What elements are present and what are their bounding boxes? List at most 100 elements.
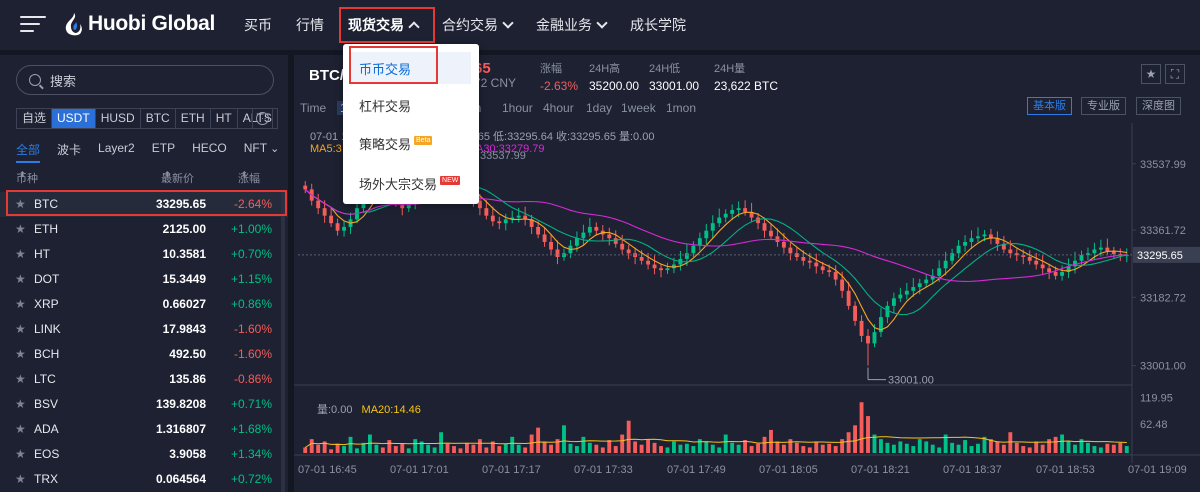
volume-bar	[1073, 444, 1077, 453]
candle-body	[613, 238, 618, 244]
favorite-star-icon[interactable]: ★	[1141, 64, 1161, 84]
quote-tab-btc[interactable]: BTC	[141, 109, 176, 128]
volume-bar	[342, 446, 346, 453]
candle-body	[1079, 255, 1084, 261]
ticker-symbol[interactable]: BTC/	[309, 67, 344, 84]
interval-tab-3[interactable]: 1hour	[502, 101, 533, 115]
interval-tab-5[interactable]: 1day	[586, 101, 612, 115]
filter-tab-1[interactable]: 波卡	[57, 141, 81, 158]
star-icon[interactable]: ★	[15, 273, 26, 285]
star-icon[interactable]: ★	[15, 373, 26, 385]
dropdown-item-3[interactable]: 场外大宗交易 NEW	[359, 174, 461, 193]
market-row[interactable]: ★ EOS 3.9058 +1.34%	[0, 442, 288, 467]
interval-tab-6[interactable]: 1week	[621, 101, 656, 115]
volume-bar	[723, 434, 728, 453]
filter-tab-2[interactable]: Layer2	[98, 141, 135, 158]
filter-tab-5[interactable]: NFT ⌄	[244, 141, 280, 158]
market-row[interactable]: ★ XRP 0.66027 +0.86%	[0, 292, 288, 317]
quote-tab-husd[interactable]: HUSD	[96, 109, 141, 128]
row-symbol: XRP	[34, 297, 59, 311]
dropdown-tag-badge: Beta	[414, 136, 433, 145]
volume-bar	[866, 416, 870, 453]
market-row[interactable]: ★ ADA 1.316807 +1.68%	[0, 417, 288, 442]
star-icon[interactable]: ★	[15, 348, 26, 360]
volume-bar	[950, 442, 955, 453]
x-tick-label: 07-01 18:37	[943, 464, 1002, 476]
volume-bar	[426, 444, 431, 453]
market-row[interactable]: ★ LINK 17.9843 -1.60%	[0, 317, 288, 342]
candle-body	[574, 238, 579, 246]
view-button-0[interactable]: 基本版	[1027, 97, 1072, 115]
volume-bar	[717, 447, 722, 453]
nav-item-4[interactable]: 金融业务	[536, 0, 608, 50]
filter-tab-3[interactable]: ETP	[152, 141, 175, 158]
market-row[interactable]: ★ BCH 492.50 -1.60%	[0, 342, 288, 367]
market-row[interactable]: ★ TRX 0.064564 +0.72%	[0, 467, 288, 492]
chevron-down-icon	[596, 17, 608, 29]
category-filter-tabs: 全部 波卡 Layer2 ETP HECO NFT ⌄	[16, 141, 296, 163]
dropdown-item-1[interactable]: 杠杆交易	[359, 96, 411, 115]
volume-legend: 量:0.00 MA20:14.46	[317, 404, 421, 416]
quote-tab-usdt[interactable]: USDT	[52, 109, 96, 128]
menu-icon[interactable]	[20, 16, 46, 34]
nav-item-3[interactable]: 合约交易	[442, 0, 514, 50]
volume-bar	[956, 444, 961, 453]
fullscreen-icon[interactable]: ⛶	[1165, 64, 1185, 84]
row-change: +0.71%	[230, 397, 272, 411]
market-row[interactable]: ★ BSV 139.8208 +0.71%	[0, 392, 288, 417]
y-tick-label: 33182.72	[1140, 292, 1186, 304]
sidebar-scrollbar[interactable]	[281, 192, 285, 492]
row-change: -0.86%	[233, 372, 272, 386]
nav-item-1[interactable]: 行情	[296, 0, 324, 50]
candle-body	[723, 213, 728, 218]
row-price: 3.9058	[169, 447, 206, 461]
more-quotes-button[interactable]: ⋯	[252, 108, 273, 129]
filter-tab-0[interactable]: 全部	[16, 141, 41, 163]
dropdown-item-0[interactable]: 币币交易	[359, 59, 411, 78]
row-price: 0.66027	[162, 297, 206, 311]
dropdown-item-2[interactable]: 策略交易 Beta	[359, 134, 433, 153]
star-icon[interactable]: ★	[15, 223, 26, 235]
volume-bar	[762, 436, 767, 453]
volume-bar	[652, 442, 657, 453]
view-button-1[interactable]: 专业版	[1081, 97, 1126, 115]
volume-bar	[1111, 444, 1116, 453]
row-change: +0.70%	[230, 247, 272, 261]
quote-tab-eth[interactable]: ETH	[176, 109, 211, 128]
star-icon[interactable]: ★	[15, 423, 26, 435]
star-icon[interactable]: ★	[15, 248, 26, 260]
search-box[interactable]: 搜索	[16, 65, 274, 95]
x-tick-label: 07-01 18:53	[1036, 464, 1095, 476]
volume-bar	[329, 449, 334, 453]
interval-tab-4[interactable]: 4hour	[543, 101, 574, 115]
logo[interactable]: Huobi Global	[64, 12, 215, 36]
market-row[interactable]: ★ ETH 2125.00 +1.00%	[0, 217, 288, 242]
search-input[interactable]: 搜索	[50, 71, 76, 90]
nav-item-5[interactable]: 成长学院	[630, 0, 686, 50]
row-price: 15.3449	[162, 272, 206, 286]
market-row[interactable]: ★ LTC 135.86 -0.86%	[0, 367, 288, 392]
filter-tab-4[interactable]: HECO	[192, 141, 227, 158]
quote-tab-自选[interactable]: 自选	[17, 109, 53, 128]
volume-bar	[510, 436, 515, 453]
interval-tab-7[interactable]: 1mon	[666, 101, 696, 115]
star-icon[interactable]: ★	[15, 298, 26, 310]
star-icon[interactable]: ★	[15, 323, 26, 335]
volume-bar	[820, 444, 825, 453]
market-row[interactable]: ★ HT 10.3581 +0.70%	[0, 242, 288, 267]
star-icon[interactable]: ★	[15, 473, 26, 485]
star-icon[interactable]: ★	[15, 448, 26, 460]
row-price: 139.8208	[155, 397, 206, 411]
view-button-2[interactable]: 深度图	[1136, 97, 1181, 115]
quote-tab-ht[interactable]: HT	[211, 109, 238, 128]
ma5-legend: MA5:3	[310, 143, 342, 155]
volume-bar	[574, 446, 579, 453]
star-icon[interactable]: ★	[15, 398, 26, 410]
candle-body	[976, 236, 980, 239]
market-sidebar: 搜索 自选 USDT HUSD BTC ETH HT ALTS ⋯ 全部 波卡 Layer2 ET…	[0, 55, 288, 492]
interval-tab-0[interactable]: Time	[300, 101, 326, 115]
volume-bar	[613, 446, 618, 453]
market-row[interactable]: ★ DOT 15.3449 +1.15%	[0, 267, 288, 292]
nav-label: 合约交易	[442, 17, 498, 33]
nav-item-0[interactable]: 买币	[244, 0, 272, 50]
